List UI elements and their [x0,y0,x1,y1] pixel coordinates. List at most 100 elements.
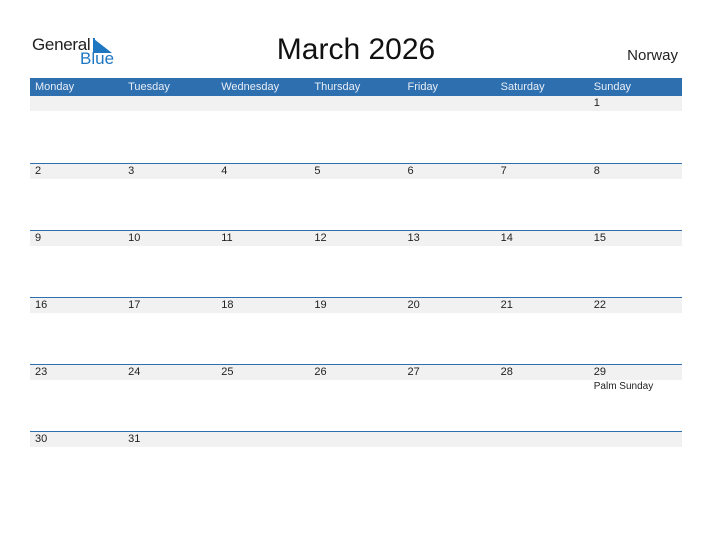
holiday-label [216,246,309,247]
calendar-grid: Monday Tuesday Wednesday Thursday Friday… [30,78,682,498]
day-number [123,96,216,111]
day-number: 13 [407,232,420,244]
holiday-label [123,179,216,180]
holiday-label [123,380,216,392]
day-number: 22 [593,299,606,311]
day-number: 5 [314,165,321,177]
date-number-row: 23 24 25 26 27 28 29 [30,365,682,380]
day-number: 30 [35,433,48,445]
date-number-row: 16 17 18 19 20 21 22 [30,298,682,313]
weekday-monday: Monday [35,81,75,93]
holiday-label [216,447,309,448]
day-number: 21 [500,299,513,311]
day-number [309,432,402,447]
holiday-label [589,179,682,180]
day-number: 23 [35,366,48,378]
day-number: 18 [221,299,234,311]
weekday-header: Monday Tuesday Wednesday Thursday Friday… [30,78,682,96]
day-number: 25 [221,366,234,378]
day-number: 31 [128,433,141,445]
date-number-row: 1 [30,96,682,111]
holiday-label [123,246,216,247]
holiday-label [496,380,589,392]
holiday-label [123,111,216,112]
week-row: 16 17 18 19 20 21 22 [30,297,682,364]
day-number: 24 [128,366,141,378]
holiday-label [496,179,589,180]
holiday-label [403,111,496,112]
date-number-row: 9 10 11 12 13 14 15 [30,231,682,246]
day-number: 28 [500,366,513,378]
day-number: 29 [593,366,606,378]
holiday-label [589,111,682,112]
day-number: 1 [593,97,600,109]
holiday-label [309,246,402,247]
week-row: 2 3 4 5 6 7 8 [30,163,682,230]
day-number: 26 [314,366,327,378]
holiday-label [496,246,589,247]
day-number: 4 [221,165,228,177]
holiday-label [309,111,402,112]
weekday-thursday: Thursday [314,81,361,93]
event-row [30,111,682,112]
day-number [496,432,589,447]
holiday-label [403,447,496,448]
holiday-label [30,380,123,392]
holiday-label [30,313,123,314]
day-number: 2 [35,165,42,177]
date-number-row: 30 31 [30,432,682,447]
holiday-label [123,313,216,314]
event-row [30,313,682,314]
holiday-label [403,380,496,392]
day-number: 8 [593,165,600,177]
holiday-label [309,447,402,448]
holiday-label [496,111,589,112]
holiday-label [216,179,309,180]
holiday-label [589,313,682,314]
day-number: 3 [128,165,135,177]
holiday-label [30,246,123,247]
day-number [496,96,589,111]
day-number: 10 [128,232,141,244]
week-row: 30 31 [30,431,682,498]
holiday-label [496,313,589,314]
day-number: 6 [407,165,414,177]
holiday-label [123,447,216,448]
country-label: Norway [627,47,678,64]
day-number [589,432,682,447]
holiday-label [403,246,496,247]
day-number [216,96,309,111]
day-number [216,432,309,447]
calendar-title: March 2026 [276,33,436,66]
date-number-row: 2 3 4 5 6 7 8 [30,164,682,179]
event-row [30,246,682,247]
weekday-friday: Friday [407,81,439,93]
event-row [30,447,682,448]
day-number: 9 [35,232,42,244]
day-number: 15 [593,232,606,244]
day-number: 20 [407,299,420,311]
day-number: 7 [500,165,507,177]
holiday-label [30,111,123,112]
holiday-label [216,380,309,392]
day-number [403,96,496,111]
week-row: 9 10 11 12 13 14 15 [30,230,682,297]
holiday-label [309,313,402,314]
event-row [30,179,682,180]
day-number: 14 [500,232,513,244]
day-number: 16 [35,299,48,311]
week-row: 23 24 25 26 27 28 29 Palm Sunday [30,364,682,431]
day-number: 11 [221,232,233,244]
holiday-label [309,380,402,392]
day-number: 19 [314,299,327,311]
event-row: Palm Sunday [30,380,682,392]
holiday-label [496,447,589,448]
day-number: 12 [314,232,327,244]
holiday-label [216,313,309,314]
day-number: 17 [128,299,141,311]
holiday-label [589,447,682,448]
holiday-label: Palm Sunday [593,381,654,392]
holiday-label [403,313,496,314]
weekday-wednesday: Wednesday [221,81,280,93]
holiday-label [216,111,309,112]
